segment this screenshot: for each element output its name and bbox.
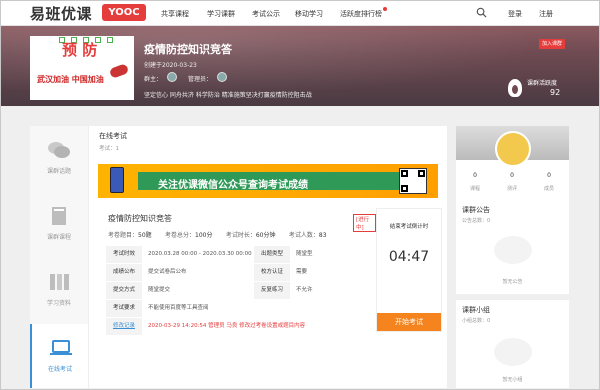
table-row: 提交方式 随堂提交 反复练习 不允许 — [106, 282, 374, 299]
nav-shared-courses[interactable]: 共享课程 — [161, 9, 189, 19]
cover-title: 预 防 — [62, 41, 98, 59]
nav-study-groups[interactable]: 学习课群 — [207, 9, 235, 19]
files-icon — [50, 274, 69, 290]
activity-value: 92 — [550, 88, 561, 97]
sidebar-item-label: 学习资料 — [46, 300, 71, 307]
owner-avatar[interactable] — [167, 72, 177, 82]
laptop-icon — [50, 340, 72, 355]
sidebar-item-label: 课群课程 — [46, 234, 71, 241]
notice-box: 课群公告 公告总数：0 暂无公告 — [456, 200, 569, 294]
start-exam-button[interactable]: 开始考试 — [377, 313, 441, 331]
stat-members: 0 成员 — [543, 172, 554, 192]
subgroup-empty: 暂无小组 — [502, 377, 523, 383]
top-nav: 易班优课 YOOC 共享课程 学习课群 考试公示 移动学习 活跃度排行榜 登录 … — [1, 1, 599, 26]
flame-icon — [508, 79, 522, 97]
wechat-promo-banner[interactable]: 关注优课微信公众号查询考试成绩 — [98, 164, 438, 198]
countdown-label: 结束考试倒计时 — [389, 224, 429, 230]
notice-count: 公告总数：0 — [462, 218, 491, 224]
table-row: 考试要求 不能使用百度等工具查阅 — [106, 300, 374, 317]
promo-text: 关注优课微信公众号查询考试成绩 — [158, 180, 308, 191]
countdown-panel: 结束考试倒计时 04:47 开始考试 — [376, 208, 442, 332]
group-icon — [494, 338, 532, 366]
nav-activity-ranking[interactable]: 活跃度排行榜 — [340, 7, 387, 19]
sidebar-item-materials[interactable]: 学习资料 — [30, 258, 88, 324]
search-icon[interactable] — [476, 7, 487, 18]
section-title: 在线考试 — [99, 132, 127, 140]
cover-subtitle: 武汉加油 中国加油 — [37, 75, 104, 84]
book-icon — [52, 207, 66, 225]
course-tags: 坚定信心 同舟共济 科学防治 精准施策坚决打赢疫情防控阻击战 — [144, 92, 312, 99]
phone-icon — [110, 167, 124, 193]
sidebar-item-label: 在线考试 — [47, 366, 72, 373]
table-row: 考试时效 2020.03.28 00:00 - 2020.03.30 00:00 … — [106, 246, 374, 263]
left-sidebar: 课群话题 课群课程 学习资料 在线考试 — [30, 126, 88, 388]
sidebar-item-exams[interactable]: 在线考试 — [30, 324, 88, 388]
exam-name[interactable]: 疫情防控知识竞答 — [108, 213, 172, 224]
notice-empty: 暂无公告 — [502, 279, 523, 285]
stat-tests: 0 测评 — [506, 172, 517, 192]
yooc-badge[interactable]: YOOC — [102, 4, 146, 21]
register-link[interactable]: 注册 — [539, 9, 553, 19]
chat-icon — [48, 142, 70, 158]
course-cover: 预 防 武汉加油 中国加油 — [30, 36, 134, 100]
course-title: 疫情防控知识竞答 — [144, 43, 232, 56]
pill-icon — [108, 63, 130, 79]
join-group-button[interactable]: 加入课群 — [539, 39, 565, 49]
main-content: 在线考试 考试：1 关注优课微信公众号查询考试成绩 疫情防控知识竞答 [进行中]… — [89, 126, 447, 388]
stat-courses: 0 课程 — [469, 172, 480, 192]
page: 易班优课 YOOC 共享课程 学习课群 考试公示 移动学习 活跃度排行榜 登录 … — [0, 0, 600, 390]
table-row: 修改记录 2020-03-29 14:20:54 管理员 马良 修改过考卷设置或题… — [106, 318, 374, 335]
course-created-date: 创建于2020-03-23 — [144, 62, 197, 69]
owner-label: 群主： — [144, 76, 163, 83]
sidebar-item-courses[interactable]: 课群课程 — [30, 192, 88, 258]
exam-status-badge: [进行中] — [353, 214, 376, 232]
subgroup-title: 课群小组 — [462, 306, 490, 314]
sidebar-item-topics[interactable]: 课群话题 — [30, 126, 88, 192]
manager-label: 管理员： — [188, 76, 213, 83]
subgroup-count: 小组总数：0 — [462, 318, 491, 324]
manager-avatar[interactable] — [217, 72, 227, 82]
countdown-value: 04:47 — [388, 249, 430, 265]
subgroup-box: 课群小组 小组总数：0 暂无小组 — [456, 300, 569, 388]
exam-count: 考试：1 — [99, 146, 119, 152]
login-link[interactable]: 登录 — [508, 9, 522, 19]
nav-mobile-learning[interactable]: 移动学习 — [295, 9, 323, 19]
megaphone-icon — [494, 236, 532, 264]
sidebar-item-label: 课群话题 — [46, 168, 71, 175]
exam-card: 疫情防控知识竞答 [进行中] 考卷题目：50题 考卷总分：100分 考试时长：6… — [98, 208, 376, 335]
table-row: 成绩公布 提交试卷后公布 校方认证 需要 — [106, 264, 374, 281]
nav-exam-notices[interactable]: 考试公示 — [252, 9, 280, 19]
group-avatar[interactable] — [495, 131, 531, 167]
site-logo[interactable]: 易班优课 — [30, 3, 92, 24]
activity-label: 课群活跃度 — [527, 80, 558, 87]
qr-code-icon — [399, 168, 427, 194]
notice-title: 课群公告 — [462, 206, 490, 214]
course-banner: 预 防 武汉加油 中国加油 疫情防控知识竞答 创建于2020-03-23 群主：… — [1, 26, 599, 106]
exam-meta: 考卷题目：50题 考卷总分：100分 考试时长：60分钟 考试人数：83 — [108, 232, 327, 239]
edit-history-link[interactable]: 修改记录 — [106, 318, 142, 335]
